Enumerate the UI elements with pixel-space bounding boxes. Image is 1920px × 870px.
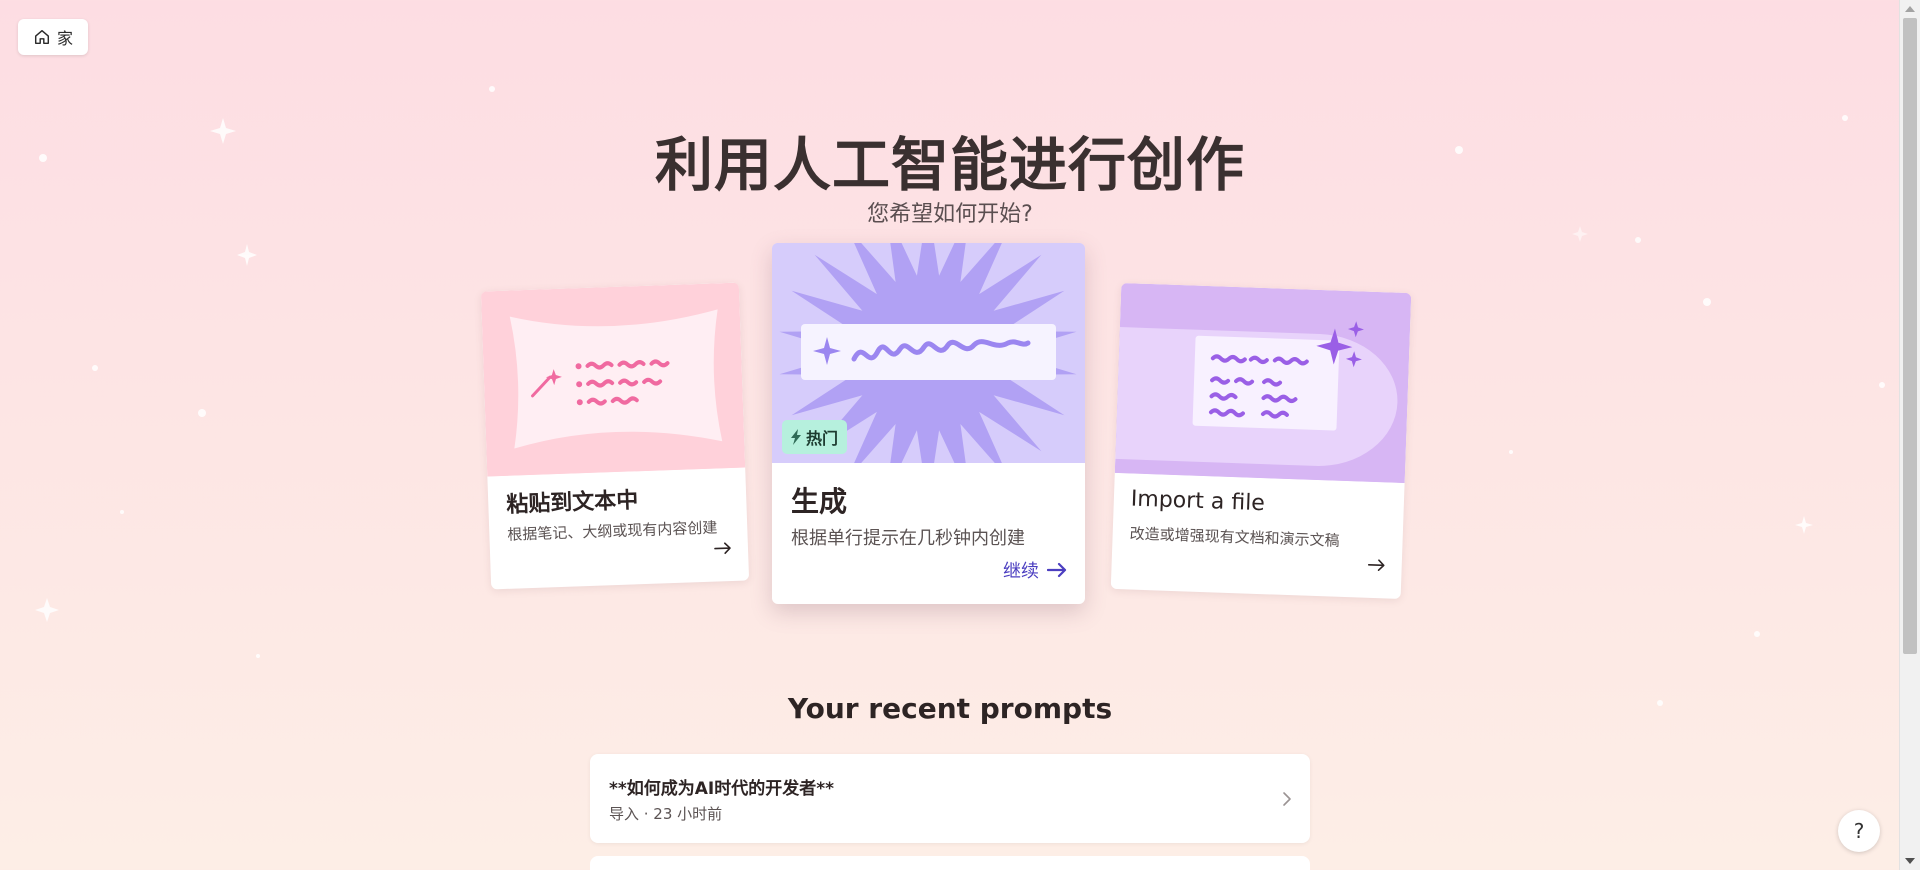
- import-card-description: 改造或增强现有文档和演示文稿: [1129, 524, 1340, 550]
- recent-prompt-title: **如何成为AI时代的开发者**: [609, 779, 835, 799]
- import-file-card[interactable]: Import a file 改造或增强现有文档和演示文稿: [1110, 283, 1412, 599]
- generate-card-title: 生成: [791, 485, 848, 518]
- paste-card-description: 根据笔记、大纲或现有内容创建: [507, 518, 718, 544]
- scroll-down-arrow-icon[interactable]: [1905, 858, 1915, 864]
- help-button[interactable]: ?: [1838, 810, 1880, 852]
- import-card-title: Import a file: [1130, 486, 1266, 517]
- recent-prompt-item[interactable]: **如何成为AI时代的开发者** 导入 · 23 小时前: [590, 754, 1310, 843]
- chevron-right-icon: [1283, 792, 1291, 806]
- page-subtitle: 您希望如何开始?: [867, 202, 1033, 227]
- continue-label: 继续: [1003, 561, 1039, 582]
- lightning-icon: [791, 429, 801, 445]
- paste-card-title: 粘贴到文本中: [505, 488, 639, 518]
- generate-card[interactable]: 热门 生成 根据单行提示在几秒钟内创建 继续: [772, 243, 1085, 604]
- arrow-right-icon: [714, 542, 731, 555]
- paste-illustration: [480, 282, 746, 477]
- scrollbar-thumb[interactable]: [1903, 18, 1917, 654]
- scroll-up-arrow-icon[interactable]: [1905, 6, 1915, 12]
- recent-prompt-meta: 导入 · 23 小时前: [609, 805, 723, 823]
- paste-text-card[interactable]: 粘贴到文本中 根据笔记、大纲或现有内容创建: [480, 282, 750, 590]
- home-icon: [34, 29, 50, 45]
- recent-prompt-item[interactable]: [590, 856, 1310, 870]
- badge-label: 热门: [806, 429, 839, 448]
- recent-prompts-heading: Your recent prompts: [787, 692, 1113, 725]
- import-illustration: [1114, 283, 1412, 484]
- arrow-right-icon: [1367, 559, 1385, 571]
- trending-badge: 热门: [782, 420, 848, 454]
- home-label: 家: [56, 29, 73, 48]
- scrollbar[interactable]: [1899, 0, 1920, 870]
- arrow-right-icon: [1047, 562, 1067, 578]
- continue-button[interactable]: 继续: [1003, 557, 1067, 583]
- page-title: 利用人工智能进行创作: [654, 131, 1245, 199]
- generate-card-description: 根据单行提示在几秒钟内创建: [791, 528, 1025, 549]
- home-button[interactable]: 家: [18, 19, 88, 55]
